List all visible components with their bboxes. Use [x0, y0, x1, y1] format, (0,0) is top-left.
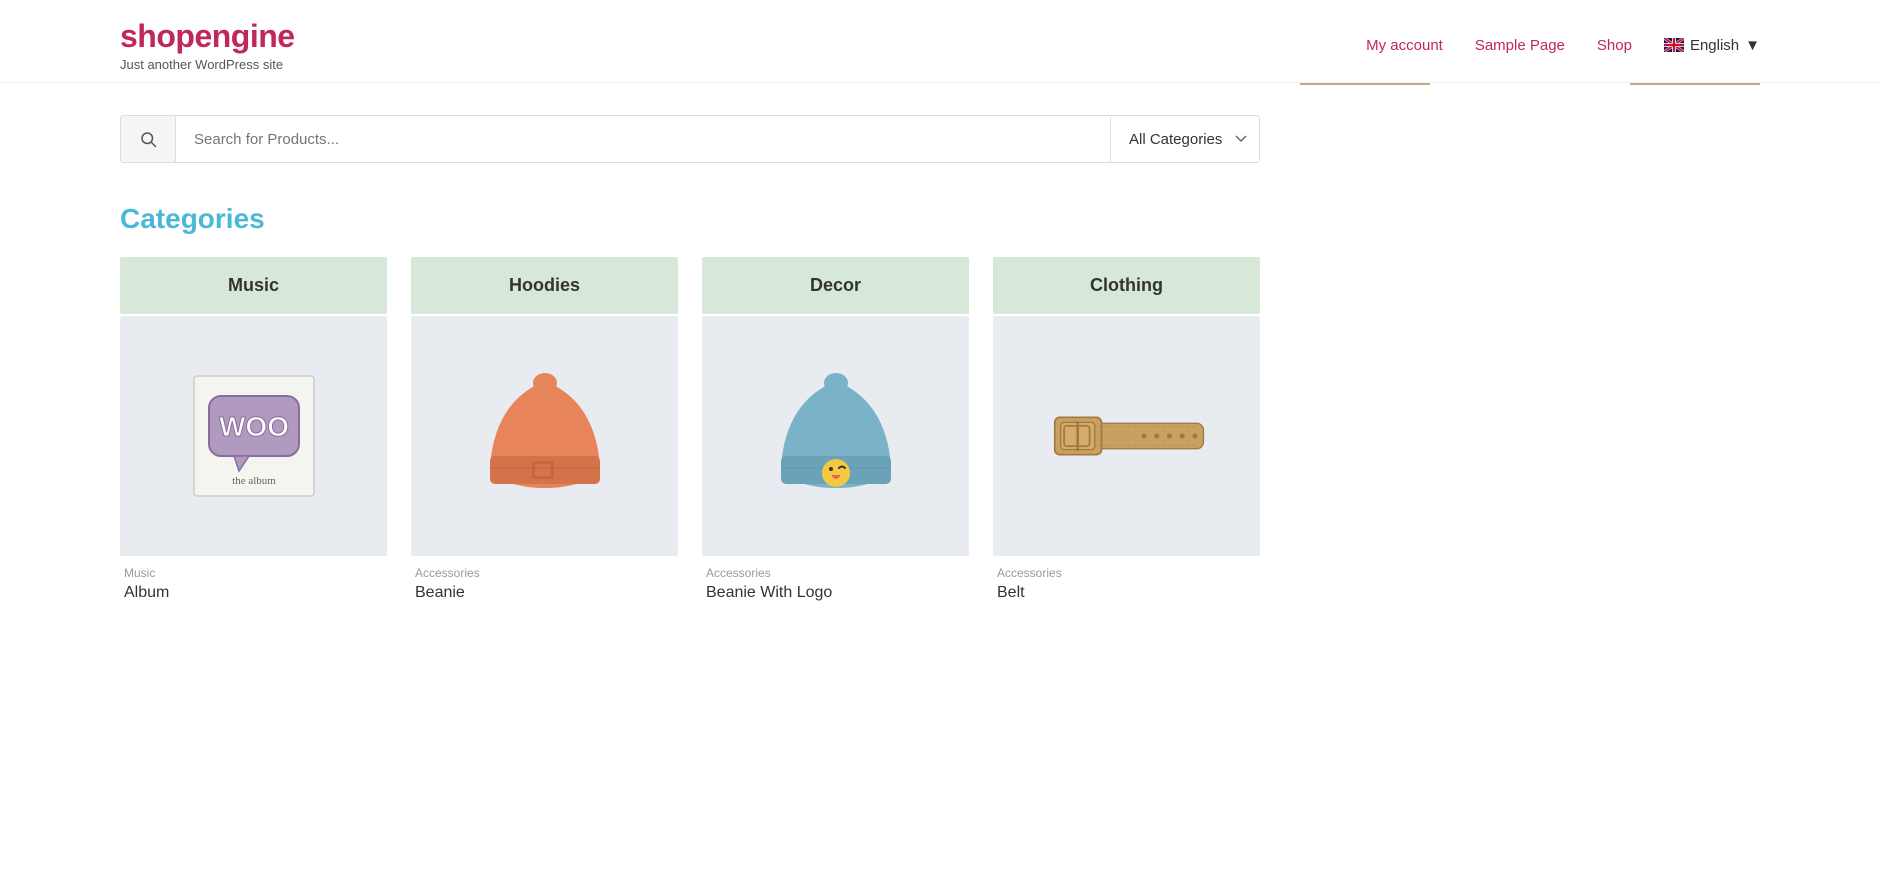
category-card-clothing[interactable]: Clothing: [993, 257, 1260, 608]
category-label-clothing: Clothing: [993, 257, 1260, 314]
language-label: English: [1690, 37, 1739, 54]
main-nav: My account Sample Page Shop English ▼: [1366, 37, 1760, 54]
product-image-album[interactable]: WOO the album: [120, 316, 387, 556]
product-tag-beanie: Accessories: [415, 566, 674, 580]
header: shopengine Just another WordPress site M…: [0, 0, 1880, 83]
category-card-hoodies[interactable]: Hoodies Accessories: [411, 257, 678, 608]
search-input[interactable]: [176, 117, 1110, 162]
album-illustration: WOO the album: [184, 366, 324, 506]
underline-bar-1: [1300, 83, 1430, 85]
beanie-illustration: [480, 361, 610, 511]
underline-bar-2: [1630, 83, 1760, 85]
product-tag-belt: Accessories: [997, 566, 1256, 580]
logo-area: shopengine Just another WordPress site: [120, 18, 295, 72]
search-icon: [139, 130, 157, 148]
category-label-music: Music: [120, 257, 387, 314]
product-image-belt[interactable]: [993, 316, 1260, 556]
product-info-beanie-logo: Accessories Beanie With Logo: [702, 556, 969, 608]
product-info-album: Music Album: [120, 556, 387, 608]
category-label-hoodies: Hoodies: [411, 257, 678, 314]
product-tag-beanie-logo: Accessories: [706, 566, 965, 580]
categories-title: Categories: [120, 203, 1760, 235]
category-label-decor: Decor: [702, 257, 969, 314]
search-bar: All Categories Music Hoodies Decor Cloth…: [120, 115, 1260, 163]
product-info-belt: Accessories Belt: [993, 556, 1260, 608]
product-name-beanie-logo[interactable]: Beanie With Logo: [706, 584, 965, 602]
beanie-logo-illustration: [771, 361, 901, 511]
product-name-belt[interactable]: Belt: [997, 584, 1256, 602]
product-name-beanie[interactable]: Beanie: [415, 584, 674, 602]
category-select[interactable]: All Categories Music Hoodies Decor Cloth…: [1110, 117, 1259, 162]
language-dropdown-arrow: ▼: [1745, 37, 1760, 54]
svg-text:WOO: WOO: [219, 411, 289, 442]
flag-icon: [1664, 38, 1684, 52]
search-section: All Categories Music Hoodies Decor Cloth…: [0, 85, 1880, 173]
belt-illustration: [1042, 391, 1212, 481]
categories-grid: Music WOO the album Music Album: [120, 257, 1260, 608]
logo-title[interactable]: shopengine: [120, 18, 295, 55]
product-image-beanie[interactable]: [411, 316, 678, 556]
product-tag-album: Music: [124, 566, 383, 580]
svg-text:the album: the album: [232, 475, 276, 487]
product-name-album[interactable]: Album: [124, 584, 383, 602]
language-selector[interactable]: English ▼: [1664, 37, 1760, 54]
nav-my-account[interactable]: My account: [1366, 37, 1443, 54]
category-card-music[interactable]: Music WOO the album Music Album: [120, 257, 387, 608]
nav-shop[interactable]: Shop: [1597, 37, 1632, 54]
search-button[interactable]: [121, 116, 176, 162]
category-card-decor[interactable]: Decor: [702, 257, 969, 608]
nav-sample-page[interactable]: Sample Page: [1475, 37, 1565, 54]
categories-section: Categories Music WOO the album Musi: [0, 173, 1880, 628]
product-image-beanie-logo[interactable]: [702, 316, 969, 556]
logo-subtitle: Just another WordPress site: [120, 57, 295, 72]
product-info-beanie: Accessories Beanie: [411, 556, 678, 608]
